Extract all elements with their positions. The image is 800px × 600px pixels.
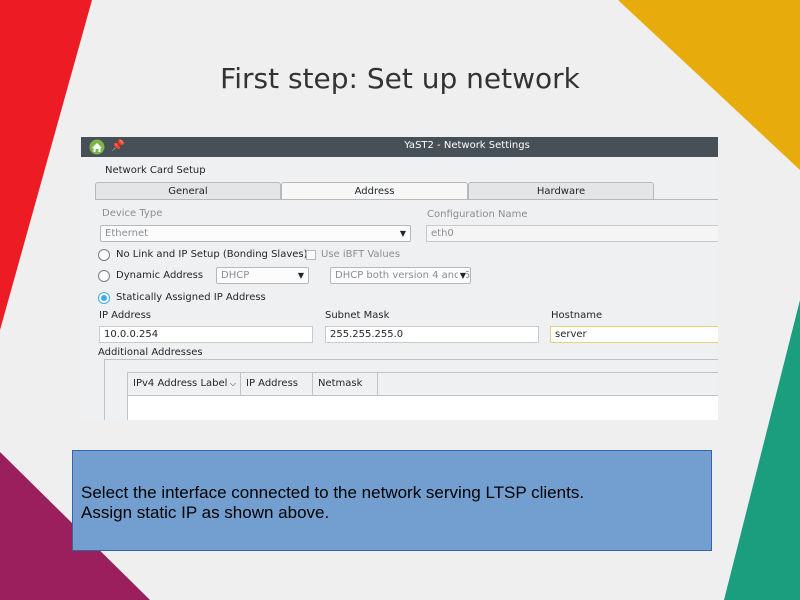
use-ibft-checkbox[interactable] (306, 250, 316, 260)
yast-network-settings-window: 📌 YaST2 - Network Settings Network Card … (81, 137, 718, 420)
hostname-field[interactable]: server (550, 326, 718, 343)
window-titlebar: 📌 YaST2 - Network Settings (81, 137, 718, 157)
window-title: YaST2 - Network Settings (404, 140, 530, 151)
table-header: IPv4 Address Label ⌵ IP Address Netmask (128, 373, 718, 396)
note-line-2: Assign static IP as shown above. (81, 503, 330, 522)
dhcp-version-select[interactable]: DHCP both version 4 and 6 ▼ (330, 267, 471, 284)
static-address-radio[interactable] (98, 292, 110, 304)
ip-address-field[interactable]: 10.0.0.254 (99, 326, 313, 343)
chevron-down-icon: ⌵ (229, 379, 236, 388)
device-type-value: Ethernet (105, 228, 149, 239)
config-name-field[interactable]: eth0 (426, 225, 718, 242)
dhcp-select[interactable]: DHCP ▼ (216, 267, 309, 284)
hostname-label: Hostname (551, 310, 603, 321)
column-netmask[interactable]: Netmask (313, 373, 378, 395)
tab-general[interactable]: General (95, 182, 281, 199)
tab-divider (95, 199, 718, 200)
use-ibft-label: Use iBFT Values (321, 249, 401, 260)
teal-triangle (724, 300, 800, 600)
ip-address-label: IP Address (99, 310, 151, 321)
red-triangle (0, 0, 92, 330)
dynamic-address-radio[interactable] (98, 270, 110, 282)
no-link-label: No Link and IP Setup (Bonding Slaves) (116, 249, 308, 260)
section-title: Network Card Setup (105, 165, 206, 176)
subnet-mask-field[interactable]: 255.255.255.0 (325, 326, 539, 343)
additional-addresses-table[interactable]: IPv4 Address Label ⌵ IP Address Netmask (127, 372, 718, 420)
dhcp-value: DHCP (221, 270, 250, 281)
chevron-down-icon: ▼ (457, 268, 466, 283)
dynamic-address-label: Dynamic Address (116, 270, 204, 281)
slide-title: First step: Set up network (220, 62, 580, 95)
no-link-radio[interactable] (98, 249, 110, 261)
additional-addresses-label: Additional Addresses (98, 347, 203, 358)
instruction-note: Select the interface connected to the ne… (72, 450, 712, 551)
column-label: IPv4 Address Label (133, 378, 228, 389)
chevron-down-icon: ▼ (399, 229, 406, 238)
chevron-down-icon: ▼ (297, 271, 304, 280)
device-type-label: Device Type (102, 208, 163, 219)
device-type-select[interactable]: Ethernet ▼ (100, 225, 411, 242)
dhcp-version-value: DHCP both version 4 and 6 (335, 270, 471, 281)
column-ipv4-label[interactable]: IPv4 Address Label ⌵ (128, 373, 241, 395)
static-address-label: Statically Assigned IP Address (116, 292, 266, 303)
subnet-mask-label: Subnet Mask (325, 310, 390, 321)
tab-hardware[interactable]: Hardware (468, 182, 654, 199)
column-ip-address[interactable]: IP Address (241, 373, 313, 395)
tab-address[interactable]: Address (281, 182, 468, 199)
note-line-1: Select the interface connected to the ne… (81, 483, 585, 502)
config-name-label: Configuration Name (427, 209, 528, 220)
